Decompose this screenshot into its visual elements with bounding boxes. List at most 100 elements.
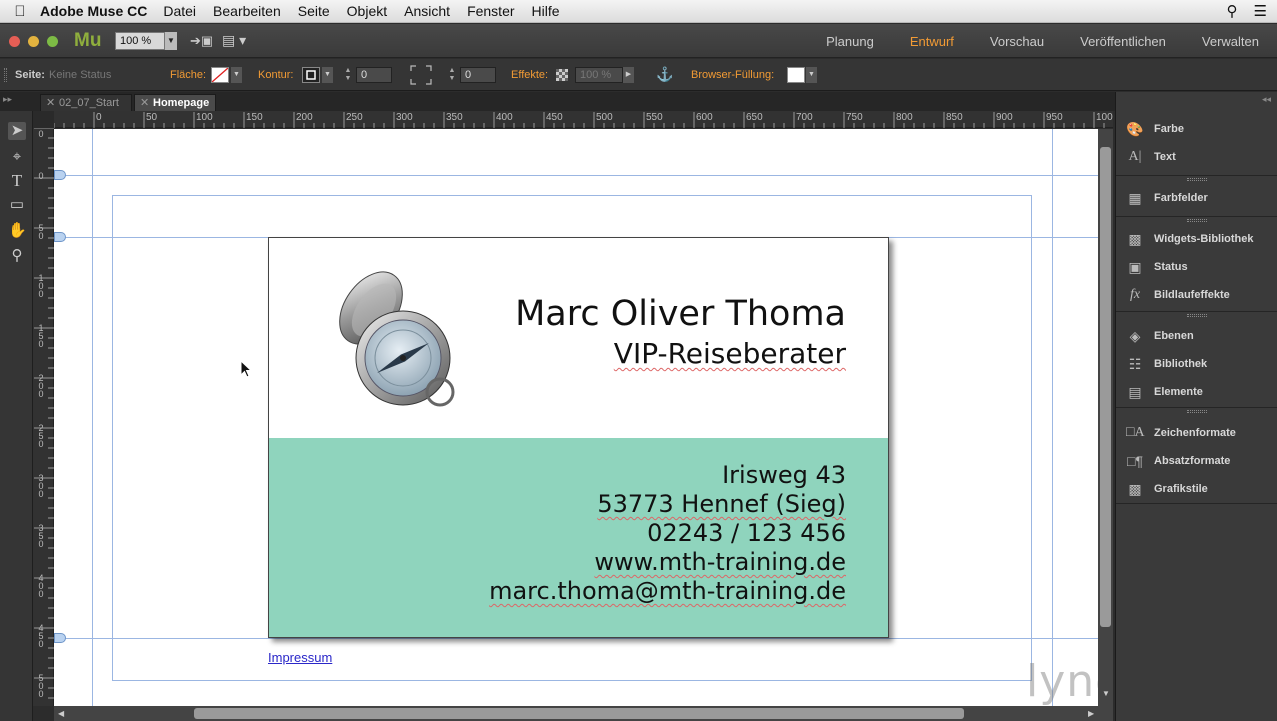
opacity-checker-icon: [556, 69, 568, 81]
close-tab-icon[interactable]: ✕: [46, 95, 55, 112]
browser-fill-label[interactable]: Browser-Füllung:: [691, 69, 774, 81]
panel-text[interactable]: A| Text: [1126, 147, 1176, 167]
zoom-dropdown[interactable]: ▼: [165, 32, 177, 50]
rectangle-tool-icon[interactable]: ▭: [8, 196, 26, 214]
menu-objekt[interactable]: Objekt: [347, 3, 387, 19]
stroke-swatch[interactable]: [302, 67, 320, 83]
card-phone[interactable]: 02243 / 123 456: [647, 519, 846, 548]
control-bar-grip[interactable]: [4, 68, 7, 82]
menu-seite[interactable]: Seite: [298, 3, 330, 19]
collapse-panels-icon[interactable]: ◂◂: [1262, 94, 1271, 105]
minimize-window-button[interactable]: [28, 36, 39, 47]
notification-list-icon[interactable]: ☰: [1254, 2, 1267, 20]
ruler-tick-label: 200: [296, 112, 313, 123]
panel-bibliothek[interactable]: ☷ Bibliothek: [1126, 354, 1207, 374]
header-guide-handle[interactable]: [54, 232, 66, 242]
ruler-tick-label: 700: [796, 112, 813, 123]
menu-bearbeiten[interactable]: Bearbeiten: [213, 3, 281, 19]
close-window-button[interactable]: [9, 36, 20, 47]
horizontal-ruler[interactable]: 0 50 100 150 200 250 300 350 400 450 500 550 600 650 7…: [54, 111, 1113, 128]
panel-ebenen[interactable]: ◈ Ebenen: [1126, 326, 1194, 346]
panel-elemente[interactable]: ▤ Elemente: [1126, 382, 1203, 402]
business-card[interactable]: Marc Oliver Thoma VIP-Reiseberater Irisw…: [268, 237, 889, 638]
tab-homepage[interactable]: ✕ Homepage: [134, 94, 216, 111]
panel-widgets-bibliothek[interactable]: ▩ Widgets-Bibliothek: [1126, 229, 1253, 249]
zoom-tool-icon[interactable]: ⚲: [8, 247, 26, 265]
mode-planung[interactable]: Planung: [826, 34, 874, 49]
menu-fenster[interactable]: Fenster: [467, 3, 514, 19]
fill-swatch[interactable]: [211, 67, 229, 83]
text-tool-icon[interactable]: T: [8, 172, 26, 190]
impressum-link[interactable]: Impressum: [268, 650, 332, 665]
menu-hilfe[interactable]: Hilfe: [532, 3, 560, 19]
panel-farbe[interactable]: 🎨 Farbe: [1126, 119, 1184, 139]
fill-label[interactable]: Fläche:: [170, 69, 206, 81]
card-web[interactable]: www.mth-training.de: [594, 548, 846, 577]
hand-tool-icon[interactable]: ✋: [8, 222, 27, 240]
card-name[interactable]: Marc Oliver Thoma: [515, 294, 846, 334]
scroll-down-arrow-icon[interactable]: ▼: [1102, 689, 1110, 698]
panel-status[interactable]: ▣ Status: [1126, 257, 1187, 277]
page-view-icon[interactable]: ▤ ▾: [222, 32, 246, 49]
tab-02-07-start[interactable]: ✕ 02_07_Start: [40, 94, 132, 111]
zoom-window-button[interactable]: [47, 36, 58, 47]
app-menu[interactable]: Adobe Muse CC: [40, 3, 147, 19]
menu-ansicht[interactable]: Ansicht: [404, 3, 450, 19]
panel-zeichenformate[interactable]: □A Zeichenformate: [1126, 423, 1236, 443]
panel-label: Text: [1154, 151, 1176, 163]
page-status[interactable]: Keine Status: [49, 69, 111, 81]
document-tabs: ▸▸ ✕ 02_07_Start ✕ Homepage: [0, 92, 1115, 111]
horizontal-scrollbar[interactable]: ◀ ▶: [54, 706, 1113, 721]
header-guide-handle[interactable]: [54, 170, 66, 180]
menu-datei[interactable]: Datei: [163, 3, 196, 19]
scroll-right-arrow-icon[interactable]: ▶: [1088, 709, 1094, 718]
stroke-label[interactable]: Kontur:: [258, 69, 293, 81]
browser-fill-dropdown[interactable]: ▼: [806, 67, 817, 83]
panel-farbfelder[interactable]: ▦ Farbfelder: [1126, 188, 1207, 208]
mode-vorschau[interactable]: Vorschau: [990, 34, 1044, 49]
card-email[interactable]: marc.thoma@mth-training.de: [489, 577, 846, 606]
panel-label: Grafikstile: [1154, 483, 1208, 495]
panel-absatzformate[interactable]: □¶ Absatzformate: [1126, 451, 1230, 471]
selection-tool-icon[interactable]: ➤: [8, 122, 26, 140]
mode-verwalten[interactable]: Verwalten: [1202, 34, 1259, 49]
anchor-icon[interactable]: ⚓: [656, 66, 673, 83]
spotlight-search-icon[interactable]: ⚲: [1227, 2, 1238, 20]
card-role[interactable]: VIP-Reiseberater: [614, 337, 846, 370]
mode-veroeffentlichen[interactable]: Veröffentlichen: [1080, 34, 1166, 49]
scroll-left-arrow-icon[interactable]: ◀: [58, 709, 64, 718]
corner-radius-input[interactable]: 0: [460, 67, 496, 83]
corner-stepper-icon[interactable]: ▲ ▼: [446, 67, 458, 83]
design-canvas[interactable]: Marc Oliver Thoma VIP-Reiseberater Irisw…: [54, 129, 1098, 706]
panel-grafikstile[interactable]: ▩ Grafikstile: [1126, 479, 1208, 499]
footer-guide-handle[interactable]: [54, 633, 66, 643]
vertical-ruler[interactable]: 0 0 50 100 150 200 250 300 350 400 450 500: [33, 128, 54, 706]
compass-image[interactable]: [327, 268, 467, 413]
fill-dropdown[interactable]: ▼: [231, 67, 242, 83]
collapse-toolbox-icon[interactable]: ▸▸: [3, 94, 12, 105]
corner-radius-icon[interactable]: [410, 65, 432, 85]
panel-bildlaufeffekte[interactable]: fx Bildlaufeffekte: [1126, 285, 1230, 305]
browser-fill-swatch[interactable]: [787, 67, 805, 83]
stroke-dropdown[interactable]: ▼: [322, 67, 333, 83]
card-street[interactable]: Irisweg 43: [722, 461, 846, 490]
stroke-width-input[interactable]: 0: [356, 67, 392, 83]
apple-icon[interactable]: : [0, 3, 40, 20]
mode-entwurf[interactable]: Entwurf: [910, 34, 954, 49]
close-tab-icon[interactable]: ✕: [140, 95, 149, 112]
zoom-level-field[interactable]: 100 %: [115, 32, 165, 50]
control-bar: Seite: Keine Status Fläche: ▼ Kontur: ▼ …: [0, 59, 1277, 91]
effects-label[interactable]: Effekte:: [511, 69, 548, 81]
horizontal-scroll-thumb[interactable]: [194, 708, 964, 719]
stroke-stepper-icon[interactable]: ▲ ▼: [342, 67, 354, 83]
opacity-dropdown[interactable]: ▶: [623, 67, 634, 83]
crop-tool-icon[interactable]: ⌖: [8, 148, 26, 166]
palette-icon: 🎨: [1126, 120, 1144, 137]
page-nav-icon[interactable]: ➔▣: [190, 33, 213, 49]
card-city[interactable]: 53773 Hennef (Sieg): [597, 490, 846, 519]
opacity-input[interactable]: 100 %: [575, 67, 623, 83]
vertical-scroll-thumb[interactable]: [1100, 147, 1111, 627]
ruler-tick-label: 600: [696, 112, 713, 123]
vertical-scrollbar[interactable]: ▼: [1098, 129, 1113, 706]
swatches-icon: ▦: [1128, 189, 1142, 206]
